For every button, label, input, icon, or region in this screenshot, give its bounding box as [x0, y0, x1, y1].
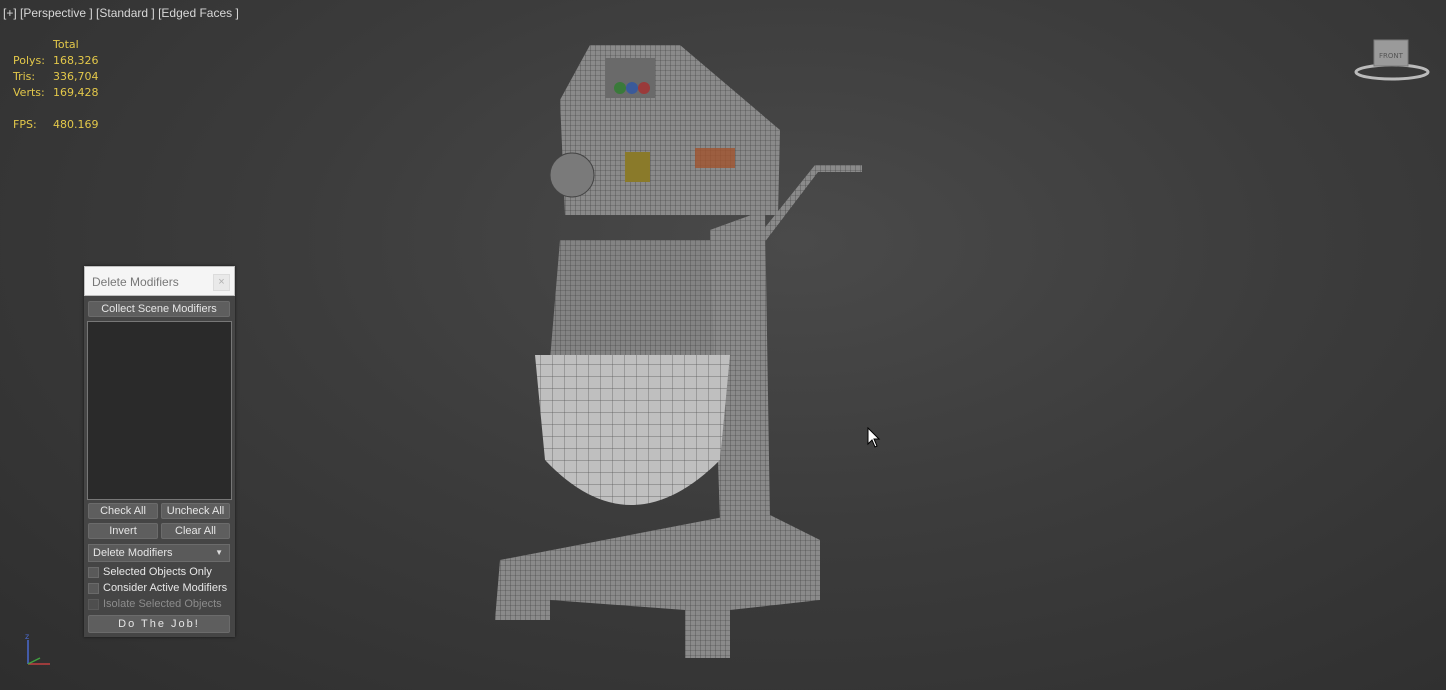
- mode-dropdown-value: Delete Modifiers: [93, 547, 173, 559]
- isolate-selected-objects-checkbox: Isolate Selected Objects: [88, 596, 222, 612]
- verts-value: 169,428: [53, 86, 99, 99]
- mouse-cursor-icon: [867, 427, 881, 448]
- tris-value: 336,704: [53, 70, 99, 83]
- checkbox-box: [88, 598, 99, 610]
- axis-tripod-icon: z: [25, 632, 50, 665]
- svg-text:FRONT: FRONT: [1379, 52, 1404, 60]
- tris-label: Tris:: [13, 70, 36, 83]
- svg-text:z: z: [25, 632, 29, 641]
- checkbox-label: Consider Active Modifiers: [103, 582, 228, 594]
- checkbox-box[interactable]: [88, 566, 99, 578]
- polys-value: 168,326: [53, 54, 99, 67]
- stand-mixer-model[interactable]: [480, 40, 880, 670]
- consider-active-modifiers-checkbox[interactable]: Consider Active Modifiers: [88, 580, 227, 596]
- check-all-button[interactable]: Check All: [88, 503, 158, 519]
- uncheck-all-button[interactable]: Uncheck All: [161, 503, 230, 519]
- do-the-job-button[interactable]: Do The Job!: [88, 615, 230, 633]
- selected-objects-only-checkbox[interactable]: Selected Objects Only: [88, 564, 212, 580]
- mode-dropdown[interactable]: Delete Modifiers ▼: [88, 544, 230, 562]
- modifier-list[interactable]: [87, 321, 232, 500]
- checkbox-box[interactable]: [88, 582, 99, 594]
- stats-overlay: Total Polys: 168,326 Tris: 336,704 Verts: 1…: [13, 37, 133, 133]
- clear-all-button[interactable]: Clear All: [161, 523, 230, 539]
- checkbox-label: Isolate Selected Objects: [103, 598, 222, 610]
- fps-label: FPS:: [13, 118, 37, 131]
- polys-label: Polys:: [13, 54, 45, 67]
- viewcube-icon[interactable]: FRONT: [1354, 38, 1430, 82]
- dialog-title: Delete Modifiers: [92, 275, 179, 289]
- close-icon[interactable]: ×: [213, 274, 230, 291]
- invert-button[interactable]: Invert: [88, 523, 158, 539]
- fps-value: 480.169: [53, 118, 99, 131]
- chevron-down-icon: ▼: [215, 548, 223, 557]
- checkbox-label: Selected Objects Only: [103, 566, 212, 578]
- collect-scene-modifiers-button[interactable]: Collect Scene Modifiers: [88, 301, 230, 317]
- delete-modifiers-dialog: Delete Modifiers × Collect Scene Modifie…: [84, 266, 235, 637]
- stats-header: Total: [53, 38, 79, 51]
- viewport-label[interactable]: [+] [Perspective ] [Standard ] [Edged Fa…: [3, 6, 239, 20]
- verts-label: Verts:: [13, 86, 45, 99]
- dialog-titlebar[interactable]: Delete Modifiers ×: [84, 266, 235, 296]
